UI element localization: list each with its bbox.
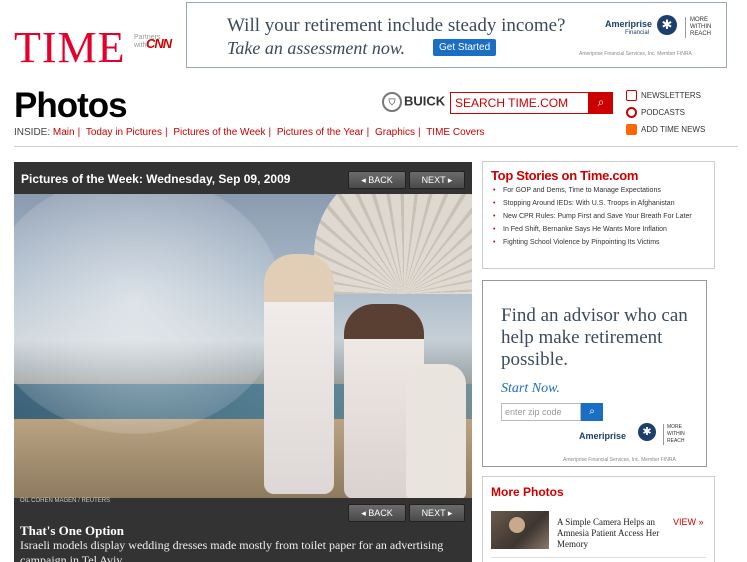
nav-pictures-of-the-year[interactable]: Pictures of the Year	[277, 127, 364, 138]
ameriprise-star-icon: ✱	[638, 423, 656, 441]
rss-icon	[626, 124, 637, 136]
nav-pictures-of-the-week[interactable]: Pictures of the Week	[173, 127, 265, 138]
search-button[interactable]: ⌕	[589, 92, 613, 114]
start-now-link[interactable]: Start Now.	[501, 381, 560, 397]
zip-search-button[interactable]: ⌕	[581, 403, 603, 421]
top-story-link[interactable]: In Fed Shift, Bernanke Says He Wants Mor…	[493, 225, 709, 234]
back-button-bottom[interactable]: ◂ BACK	[348, 504, 406, 522]
ad-fine-print: Ameriprise Financial Services, Inc. Memb…	[579, 51, 692, 57]
divider	[491, 557, 706, 558]
add-time-news-link[interactable]: ADD TIME NEWS	[626, 124, 705, 141]
ad-headline: Will your retirement include steady inco…	[227, 15, 566, 36]
gallery-photo[interactable]	[14, 194, 472, 498]
gallery-title: Pictures of the Week: Wednesday, Sep 09,…	[21, 172, 291, 186]
more-photos-box: More Photos A Simple Camera Helps an Amn…	[482, 476, 715, 562]
newsletters-link[interactable]: NEWSLETTERS	[626, 90, 705, 107]
header-divider	[14, 146, 738, 147]
cnn-partner-badge[interactable]: Partners with CNN	[134, 34, 172, 50]
more-photos-thumbnail[interactable]	[491, 511, 549, 549]
next-button-top[interactable]: NEXT ▸	[409, 171, 465, 189]
buick-logo-icon: ⛉	[382, 92, 402, 112]
utility-links: NEWSLETTERS PODCASTS ADD TIME NEWS	[626, 90, 705, 141]
get-started-button[interactable]: Get Started	[433, 39, 497, 56]
top-banner-ad[interactable]: Will your retirement include steady inco…	[186, 2, 727, 68]
caption-text: Israeli models display wedding dresses m…	[20, 538, 444, 562]
ameriprise-star-icon: ✱	[657, 15, 677, 35]
view-link[interactable]: VIEW »	[673, 517, 704, 527]
advisor-ad-headline: Find an advisor who can help make retire…	[501, 305, 688, 370]
more-photos-item-link[interactable]: A Simple Camera Helps an Amnesia Patient…	[557, 517, 669, 550]
envelope-icon	[626, 90, 637, 102]
nav-graphics[interactable]: Graphics	[375, 127, 415, 138]
top-story-link[interactable]: Stopping Around IEDs: With U.S. Troops i…	[493, 199, 709, 208]
zip-code-input[interactable]: enter zip code	[501, 403, 581, 421]
podcasts-link[interactable]: PODCASTS	[626, 107, 705, 124]
page-title: Photos	[14, 86, 128, 125]
nav-time-covers[interactable]: TIME Covers	[426, 127, 484, 138]
ad-fine-print: Ameriprise Financial Services, Inc. Memb…	[563, 457, 676, 463]
top-stories-box: Top Stories on Time.com For GOP and Dems…	[482, 161, 715, 269]
ad-brand: Ameriprise	[605, 19, 653, 29]
buick-sponsor[interactable]: ⛉ BUICK	[382, 92, 445, 112]
ad-brand-sub: Financial	[625, 30, 650, 36]
nav-main[interactable]: Main	[53, 127, 75, 138]
photo-credit: OIL COHEN MAGEN / REUTERS	[20, 498, 111, 504]
cnn-logo: CNN	[146, 36, 172, 51]
ad-tagline: MORE WITHIN REACH	[685, 17, 711, 38]
advisor-ad[interactable]: Find an advisor who can help make retire…	[482, 280, 707, 467]
back-button-top[interactable]: ◂ BACK	[348, 171, 406, 189]
photo-gallery: Pictures of the Week: Wednesday, Sep 09,…	[14, 162, 472, 562]
nav-today-in-pictures[interactable]: Today in Pictures	[86, 127, 162, 138]
ad-subline: Take an assessment now.	[227, 38, 406, 58]
podcast-icon	[626, 107, 637, 119]
top-story-link[interactable]: New CPR Rules: Pump First and Save Your …	[493, 212, 709, 221]
top-story-link[interactable]: For GOP and Dems, Time to Manage Expecta…	[493, 186, 709, 195]
time-logo[interactable]: TIME	[14, 26, 126, 70]
top-story-link[interactable]: Fighting School Violence by Pinpointing …	[493, 238, 709, 247]
top-stories-title[interactable]: Top Stories on Time.com	[491, 168, 639, 183]
sponsor-label: BUICK	[404, 93, 446, 109]
caption-title: That's One Option	[20, 523, 125, 538]
inside-label: INSIDE:	[14, 127, 51, 138]
more-photos-title: More Photos	[491, 485, 564, 499]
next-button-bottom[interactable]: NEXT ▸	[409, 504, 465, 522]
ad-tagline: MORE WITHIN REACH	[663, 424, 685, 445]
search-input[interactable]: SEARCH TIME.COM	[450, 92, 589, 114]
inside-nav: INSIDE: Main | Today in Pictures | Picture…	[14, 127, 485, 138]
ad-brand: Ameriprise	[579, 431, 627, 441]
search-icon: ⌕	[589, 406, 595, 417]
search-icon: ⌕	[597, 95, 605, 109]
